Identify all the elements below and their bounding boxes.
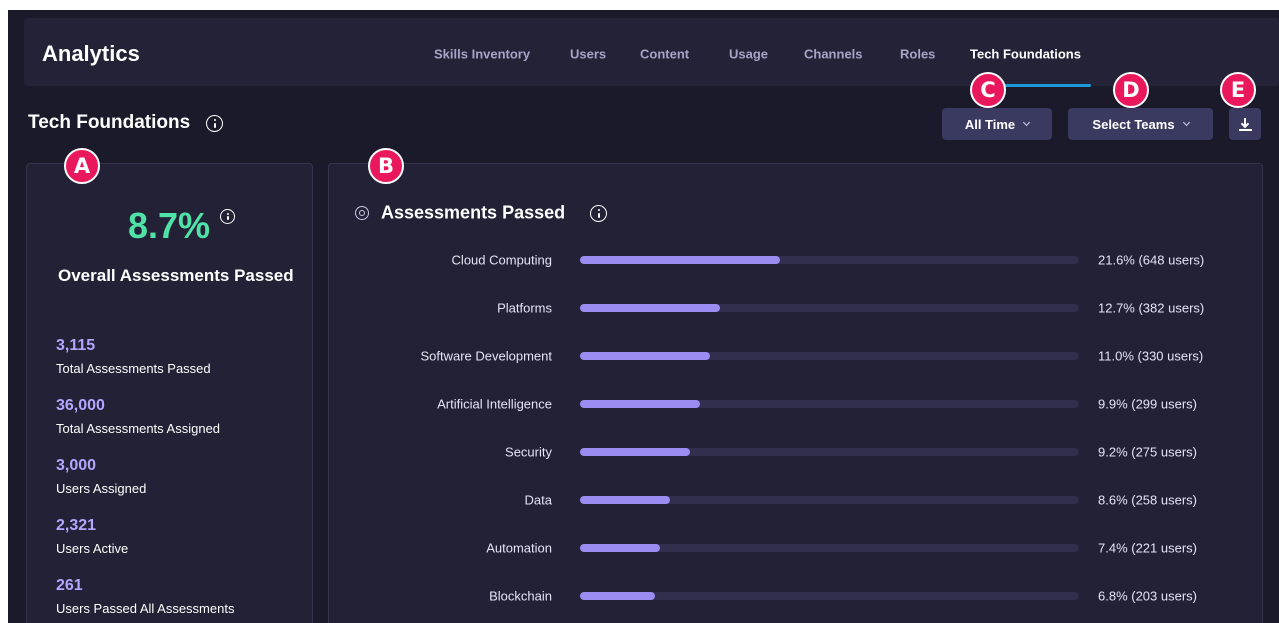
value-label: 12.7% (382 users) <box>1098 300 1205 316</box>
bar-track <box>580 256 1079 264</box>
download-button[interactable] <box>1229 108 1261 140</box>
bar-fill <box>580 400 700 408</box>
download-icon <box>1238 117 1252 131</box>
category-label: Platforms <box>497 300 552 316</box>
value-label: 9.2% (275 users) <box>1098 444 1197 460</box>
info-icon[interactable] <box>220 209 235 224</box>
team-filter-label: Select Teams <box>1092 116 1175 132</box>
callout-marker-a: A <box>64 148 100 184</box>
bar-track <box>580 400 1079 408</box>
app-title: Analytics <box>42 41 140 66</box>
page-title: Tech Foundations <box>28 112 191 133</box>
chevron-down-icon <box>1023 118 1031 127</box>
time-filter-label: All Time <box>964 116 1016 132</box>
stat-value: 36,000 <box>56 397 105 414</box>
bar-track <box>580 352 1079 360</box>
callout-marker-d: D <box>1113 72 1149 108</box>
overall-label: Overall Assessments Passed <box>58 266 294 285</box>
category-label: Data <box>524 492 552 508</box>
tab-channels[interactable]: Channels <box>804 47 863 62</box>
stat-label: Users Assigned <box>56 481 147 496</box>
value-label: 8.6% (258 users) <box>1098 492 1197 508</box>
callout-marker-e: E <box>1220 72 1256 108</box>
time-filter-dropdown[interactable]: All Time <box>942 108 1052 140</box>
stat-label: Users Passed All Assessments <box>56 601 235 616</box>
assessments-title: Assessments Passed <box>381 202 566 223</box>
stat-value: 3,000 <box>56 457 97 474</box>
tab-roles[interactable]: Roles <box>900 47 935 62</box>
stat-label: Total Assessments Passed <box>56 361 211 376</box>
bar-fill <box>580 304 720 312</box>
app-window: Analytics Skills Inventory Users Content… <box>8 10 1279 623</box>
callout-marker-b: B <box>368 148 404 184</box>
stat-value: 3,115 <box>56 337 96 354</box>
bar-fill <box>580 544 660 552</box>
tab-usage[interactable]: Usage <box>729 47 768 62</box>
category-label: Security <box>505 444 552 460</box>
tab-skills-inventory[interactable]: Skills Inventory <box>434 47 530 62</box>
top-nav-bar: Analytics Skills Inventory Users Content… <box>24 18 1279 86</box>
category-label: Blockchain <box>489 588 552 604</box>
bar-fill <box>580 352 710 360</box>
value-label: 9.9% (299 users) <box>1098 396 1197 412</box>
bar-track <box>580 448 1079 456</box>
stat-value: 2,321 <box>56 517 97 534</box>
chevron-down-icon <box>1182 118 1190 127</box>
tab-tech-foundations[interactable]: Tech Foundations <box>970 47 1081 62</box>
bar-track <box>580 544 1079 552</box>
bar-fill <box>580 592 655 600</box>
bar-fill <box>580 496 670 504</box>
stat-value: 261 <box>56 577 83 594</box>
value-label: 7.4% (221 users) <box>1098 540 1197 556</box>
callout-marker-c: C <box>970 72 1006 108</box>
value-label: 21.6% (648 users) <box>1098 252 1205 268</box>
target-icon <box>355 206 369 220</box>
tab-users[interactable]: Users <box>570 47 606 62</box>
stat-label: Users Active <box>56 541 129 556</box>
category-label: Software Development <box>420 348 552 364</box>
bar-track <box>580 304 1079 312</box>
value-label: 6.8% (203 users) <box>1098 588 1197 604</box>
overall-percentage: 8.7% <box>128 205 211 246</box>
value-label: 11.0% (330 users) <box>1098 348 1204 364</box>
team-filter-dropdown[interactable]: Select Teams <box>1068 108 1213 140</box>
stat-label: Total Assessments Assigned <box>56 421 221 436</box>
bar-fill <box>580 448 690 456</box>
bar-track <box>580 496 1079 504</box>
category-label: Automation <box>486 540 552 556</box>
info-icon[interactable] <box>590 205 607 222</box>
tab-content[interactable]: Content <box>640 47 689 62</box>
bar-fill <box>580 256 780 264</box>
info-icon[interactable] <box>206 115 223 132</box>
bar-track <box>580 592 1079 600</box>
category-label: Cloud Computing <box>451 252 552 268</box>
category-label: Artificial Intelligence <box>437 396 552 412</box>
